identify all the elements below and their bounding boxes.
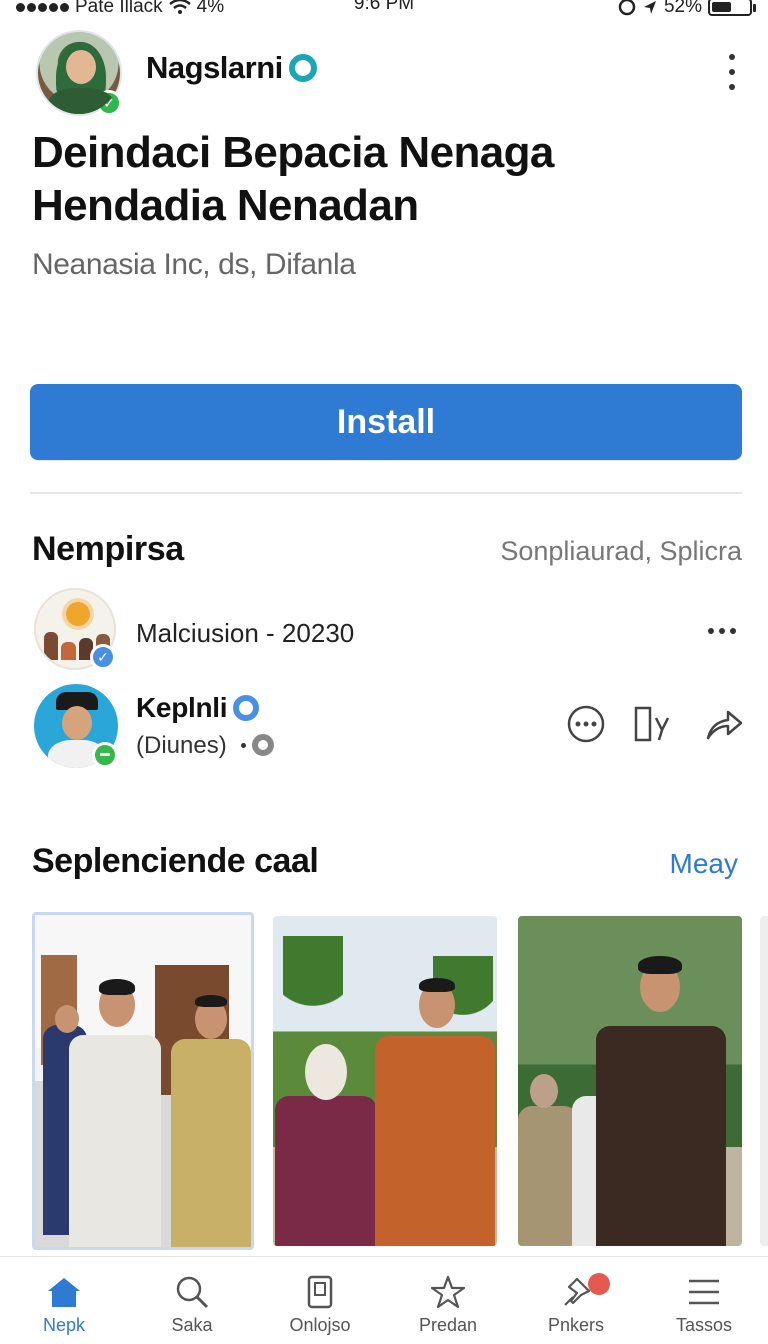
nav-label: Onlojso — [289, 1315, 351, 1335]
user-name: Keplnli — [136, 692, 260, 724]
user-subtitle: (Diunes) — [136, 732, 274, 760]
battery-icon — [708, 0, 756, 16]
nav-label: Nepk — [42, 1315, 86, 1335]
wifi-icon — [168, 0, 191, 14]
author-name-text: Nagslarni — [146, 50, 283, 85]
status-left: Pate Illack 4% — [16, 0, 224, 18]
sun-icon — [66, 602, 90, 626]
save-icon[interactable] — [632, 704, 678, 744]
app-subtitle: Neanasia Inc, ds, Difanla — [32, 248, 356, 281]
nav-label: Predan — [418, 1315, 478, 1335]
nav-item-tablet[interactable]: Onlojso — [256, 1257, 384, 1344]
nav-item-starred[interactable]: Predan — [384, 1257, 512, 1344]
carrier-name: Pate Illack — [75, 0, 163, 17]
list-item-title: Malciusion - 20230 — [136, 618, 355, 648]
user-subtitle-text: (Diunes) — [136, 732, 227, 759]
notification-badge-icon — [588, 1273, 610, 1295]
bottom-navigation: Nepk Saka Onlojso Predan Pnkers Tassos — [0, 1256, 768, 1344]
location-arrow-icon — [643, 1, 656, 14]
photo-gallery[interactable] — [28, 910, 768, 1254]
online-status-icon — [92, 742, 118, 768]
author-name[interactable]: Nagslarni — [146, 50, 317, 86]
home-icon — [48, 1278, 80, 1307]
alarm-icon — [618, 0, 636, 16]
verified-check-icon: ✓ — [90, 644, 116, 670]
nav-label: Pnkers — [547, 1315, 605, 1335]
section-meta[interactable]: Sonpliaurad, Splicra — [500, 536, 742, 567]
verified-badge-icon — [288, 54, 317, 82]
divider — [30, 492, 742, 494]
gear-icon — [251, 734, 274, 756]
app-title: Deindaci Bepacia Nenaga Hendadia Nenadan — [32, 126, 732, 232]
menu-icon — [689, 1279, 719, 1305]
app-title-line2: Hendadia Nenadan — [32, 181, 419, 230]
nav-item-menu[interactable]: Tassos — [640, 1257, 768, 1344]
more-horizontal-icon[interactable] — [708, 628, 736, 634]
see-more-link[interactable]: Meay — [670, 848, 738, 880]
verified-badge-icon — [233, 695, 260, 721]
list-item[interactable]: Keplnli (Diunes) — [32, 684, 744, 774]
signal-label: 4% — [196, 0, 225, 17]
app-title-line1: Deindaci Bepacia Nenaga — [32, 128, 554, 177]
status-right: 52% — [618, 0, 756, 18]
search-icon — [176, 1276, 209, 1309]
gallery-photo[interactable] — [760, 916, 768, 1246]
app-header: ✓ Nagslarni — [32, 28, 744, 120]
section-title: Nempirsa — [32, 530, 184, 568]
status-bar: Pate Illack 4% 9:6 PM 52% — [0, 0, 768, 22]
nav-label: Tassos — [675, 1315, 733, 1335]
nav-item-home[interactable]: Nepk — [0, 1257, 128, 1344]
author-avatar[interactable] — [36, 30, 122, 116]
nav-label: Saka — [171, 1315, 213, 1335]
nav-item-pinned[interactable]: Pnkers — [512, 1257, 640, 1344]
battery-percent: 52% — [663, 0, 702, 17]
user-name-text: Keplnli — [136, 692, 228, 723]
media-section-title: Seplenciende caal — [32, 842, 319, 880]
more-options-icon[interactable] — [726, 54, 738, 90]
action-icons — [566, 704, 744, 744]
more-circle-icon[interactable] — [566, 704, 606, 744]
share-icon[interactable] — [704, 704, 744, 744]
tablet-icon — [307, 1275, 333, 1309]
battery-level-fill — [712, 2, 731, 12]
gallery-photo[interactable] — [518, 916, 742, 1246]
nav-item-search[interactable]: Saka — [128, 1257, 256, 1344]
gallery-photo[interactable] — [273, 916, 497, 1246]
gallery-photo[interactable] — [32, 912, 254, 1250]
star-icon — [430, 1275, 466, 1309]
signal-strength-icon — [16, 2, 69, 12]
install-button[interactable]: Install — [30, 384, 742, 460]
list-item[interactable]: ✓ Malciusion - 20230 — [32, 588, 744, 674]
